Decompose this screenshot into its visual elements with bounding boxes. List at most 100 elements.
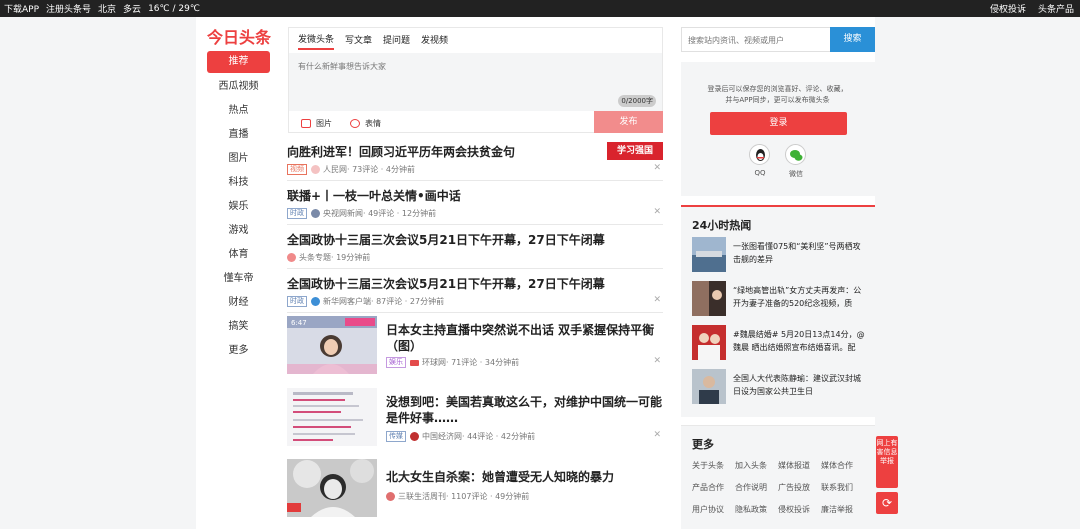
- dislike-close-icon[interactable]: ✕: [653, 163, 661, 173]
- nav-item-entertainment[interactable]: 娱乐: [207, 195, 270, 219]
- footer-link[interactable]: 联系我们: [821, 482, 864, 493]
- feed-item-stats: · 71评论 · 34分钟前: [446, 358, 520, 367]
- hot-news-item[interactable]: #魏晨结婚# 5月20日13点14分，@魏晨 晒出结婚照宣布结婚喜讯。配: [692, 325, 865, 362]
- infringement-link[interactable]: 侵权投诉: [990, 2, 1026, 15]
- harmful-info-report-button[interactable]: 网上有害信息举报: [876, 436, 898, 488]
- footer-link[interactable]: 廉洁举报: [821, 504, 864, 515]
- nav-item-live[interactable]: 直播: [207, 123, 270, 147]
- feed-item-tag: 时政: [287, 208, 307, 219]
- hot-news-title[interactable]: 全国人大代表陈静瑜：建议武汉封城日设为国家公共卫生日: [733, 372, 865, 398]
- nav-item-funny[interactable]: 搞笑: [207, 315, 270, 339]
- news-thumbnail[interactable]: 6:47: [287, 316, 377, 374]
- feed-item-tag: 传媒: [386, 431, 406, 442]
- footer-link[interactable]: 合作说明: [735, 482, 778, 493]
- feed-item-title[interactable]: 北大女生自杀案：她曾遭受无人知晓的暴力: [386, 469, 663, 485]
- insert-emoji-button[interactable]: 表情: [350, 118, 381, 129]
- insert-emoji-label: 表情: [365, 118, 381, 128]
- feed-item[interactable]: 向胜利进军！回顾习近平历年两会扶贫金句 学习强国 视频 人民网 · 73评论 ·…: [287, 137, 663, 181]
- char-count: 0/2000字: [618, 95, 656, 107]
- dislike-close-icon[interactable]: ✕: [653, 207, 661, 217]
- feed-item-source[interactable]: 新华网客户端: [323, 296, 371, 307]
- footer-link[interactable]: 加入头条: [735, 460, 778, 471]
- city-label[interactable]: 北京: [98, 2, 116, 15]
- tab-write-article[interactable]: 写文章: [345, 33, 372, 49]
- footer-link[interactable]: 产品合作: [692, 482, 735, 493]
- download-app-link[interactable]: 下载APP: [4, 2, 39, 15]
- qq-login[interactable]: QQ: [749, 144, 771, 177]
- hot-news-item[interactable]: 一张图看懂075和“美利坚”号两栖攻击舰的差异: [692, 237, 865, 274]
- feed-item-title[interactable]: 全国政协十三届三次会议5月21日下午开幕，27日下午闭幕: [287, 275, 605, 292]
- nav-item-xigua-video[interactable]: 西瓜视频: [207, 75, 270, 99]
- nav-item-images[interactable]: 图片: [207, 147, 270, 171]
- wechat-login[interactable]: 微信: [785, 144, 807, 179]
- nav-item-dongchedi[interactable]: 懂车帝: [207, 267, 270, 291]
- products-link[interactable]: 头条产品: [1038, 2, 1074, 15]
- feed-item-title[interactable]: 日本女主持直播中突然说不出话 双手紧握保持平衡（图）: [386, 322, 663, 354]
- post-textarea[interactable]: 有什么新鲜事想告诉大家 0/2000字: [289, 53, 662, 111]
- footer-link[interactable]: 隐私政策: [735, 504, 778, 515]
- hot-news-title[interactable]: #魏晨结婚# 5月20日13点14分，@魏晨 晒出结婚照宣布结婚喜讯。配: [733, 328, 865, 354]
- feed-item-source[interactable]: 人民网: [323, 164, 347, 175]
- channel-nav: 推荐 西瓜视频 热点 直播 图片 科技 娱乐 游戏 体育 懂车帝 财经 搞笑 更…: [207, 51, 270, 363]
- nav-item-finance[interactable]: 财经: [207, 291, 270, 315]
- dislike-close-icon[interactable]: ✕: [653, 430, 661, 440]
- login-panel: 登录后可以保存您的浏览喜好、评论、收藏，并与APP同步，更可以发布微头条 登录 …: [681, 62, 875, 196]
- feed-item-tag: 时政: [287, 296, 307, 307]
- nav-item-more[interactable]: 更多: [207, 339, 270, 363]
- nav-item-recommend[interactable]: 推荐: [207, 51, 270, 73]
- hot-news-thumbnail[interactable]: [692, 281, 726, 316]
- tab-post-video[interactable]: 发视频: [421, 33, 448, 49]
- tab-micro-post[interactable]: 发微头条: [298, 32, 335, 50]
- insert-image-button[interactable]: 图片: [301, 118, 332, 129]
- hot-news-title[interactable]: 一张图看懂075和“美利坚”号两栖攻击舰的差异: [733, 240, 865, 266]
- feed-item-source[interactable]: 三联生活周刊: [398, 491, 446, 502]
- tab-ask-question[interactable]: 提问题: [383, 33, 410, 49]
- nav-item-games[interactable]: 游戏: [207, 219, 270, 243]
- footer-link[interactable]: 媒体合作: [821, 460, 864, 471]
- hot-news-thumbnail[interactable]: [692, 325, 726, 360]
- feed-item-source[interactable]: 央视网新闻: [323, 208, 363, 219]
- xuexi-qiangguo-badge[interactable]: 学习强国: [607, 142, 663, 160]
- publish-button[interactable]: 发布: [594, 111, 663, 133]
- nav-item-sports[interactable]: 体育: [207, 243, 270, 267]
- news-thumbnail[interactable]: [287, 388, 377, 446]
- footer-link[interactable]: 关于头条: [692, 460, 735, 471]
- hot-news-item[interactable]: “绿地高管出轨”女方丈夫再发声：公开为妻子准备的520纪念视频，质: [692, 281, 865, 318]
- login-description: 登录后可以保存您的浏览喜好、评论、收藏，并与APP同步，更可以发布微头条: [707, 85, 848, 104]
- hot-news-item[interactable]: 全国人大代表陈静瑜：建议武汉封城日设为国家公共卫生日: [692, 369, 865, 406]
- hot-news-thumbnail[interactable]: [692, 369, 726, 404]
- feed-item-stats: · 87评论 · 27分钟前: [371, 297, 445, 306]
- dislike-close-icon[interactable]: ✕: [653, 356, 661, 366]
- footer-link[interactable]: 广告投放: [778, 482, 821, 493]
- site-logo[interactable]: 今日头条: [207, 24, 271, 47]
- feed-item-source[interactable]: 中国经济网: [422, 431, 462, 442]
- login-button[interactable]: 登录: [710, 112, 847, 135]
- nav-item-hot[interactable]: 热点: [207, 99, 270, 123]
- feed-item[interactable]: 全国政协十三届三次会议5月21日下午开幕，27日下午闭幕 时政 新华网客户端 ·…: [287, 269, 663, 313]
- feed-item[interactable]: 6:47 日本女主持直播中突然说不出话 双手紧握保持平衡（图） 娱乐 环球网 ·…: [287, 314, 663, 384]
- feed-item-title[interactable]: 联播+丨一枝一叶总关情•画中话: [287, 187, 461, 204]
- feed-item-title[interactable]: 没想到吧：美国若真敢这么干，对维护中国统一可能是件好事……: [386, 394, 663, 426]
- feed-item[interactable]: 全国政协十三届三次会议5月21日下午开幕，27日下午闭幕 头条专题 · 19分钟…: [287, 225, 663, 269]
- footer-link[interactable]: 用户协议: [692, 504, 735, 515]
- hot-news-thumbnail[interactable]: [692, 237, 726, 272]
- feed-item-source[interactable]: 环球网: [422, 357, 446, 368]
- refresh-icon[interactable]: ⟳: [876, 492, 898, 514]
- register-link[interactable]: 注册头条号: [46, 2, 91, 15]
- feed-item[interactable]: 联播+丨一枝一叶总关情•画中话 时政 央视网新闻 · 49评论 · 12分钟前 …: [287, 181, 663, 225]
- nav-item-tech[interactable]: 科技: [207, 171, 270, 195]
- news-thumbnail[interactable]: [287, 459, 377, 517]
- feed-item-title[interactable]: 向胜利进军！回顾习近平历年两会扶贫金句: [287, 143, 515, 160]
- feed-item[interactable]: 北大女生自杀案：她曾遭受无人知晓的暴力 三联生活周刊 · 1107评论 · 49…: [287, 457, 663, 527]
- search-input[interactable]: 搜索站内资讯、视频或用户: [688, 35, 784, 46]
- dislike-close-icon[interactable]: ✕: [653, 295, 661, 305]
- feed-item-title[interactable]: 全国政协十三届三次会议5月21日下午开幕，27日下午闭幕: [287, 231, 605, 248]
- footer-link[interactable]: 媒体报道: [778, 460, 821, 471]
- footer-link[interactable]: 侵权投诉: [778, 504, 821, 515]
- thumbnail-time: 6:47: [291, 319, 307, 327]
- search-button[interactable]: 搜索: [830, 27, 875, 52]
- hot-news-heading: 24小时热闻: [692, 219, 752, 232]
- hot-news-title[interactable]: “绿地高管出轨”女方丈夫再发声：公开为妻子准备的520纪念视频，质: [733, 284, 865, 310]
- feed-item-source[interactable]: 头条专题: [299, 252, 331, 263]
- feed-item[interactable]: 没想到吧：美国若真敢这么干，对维护中国统一可能是件好事…… 传媒 中国经济网 ·…: [287, 386, 663, 456]
